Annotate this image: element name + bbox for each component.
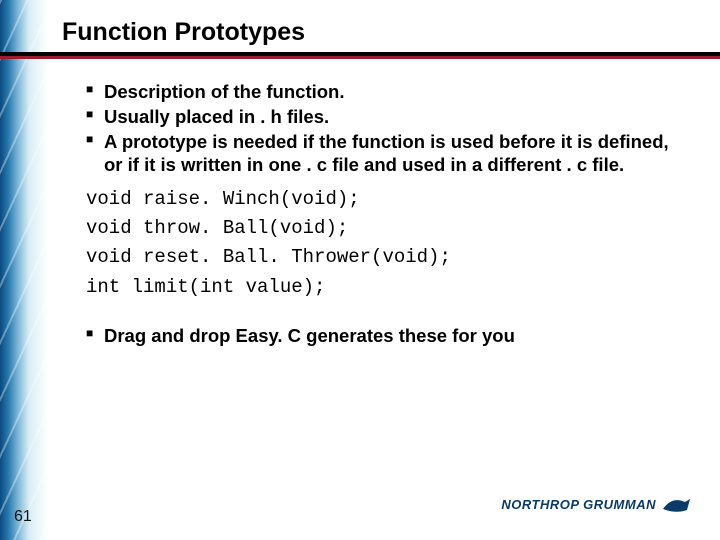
bullet-item: A prototype is needed if the function is… (86, 130, 686, 176)
slide-title: Function Prototypes (62, 18, 305, 47)
code-line: void raise. Winch(void); (86, 185, 686, 214)
slide: Function Prototypes Description of the f… (0, 0, 720, 540)
page-number: 61 (14, 508, 32, 526)
bullet-item: Description of the function. (86, 80, 686, 103)
bullet-item: Usually placed in . h files. (86, 105, 686, 128)
bullet-list-1: Description of the function. Usually pla… (86, 80, 686, 177)
code-line: void throw. Ball(void); (86, 214, 686, 243)
title-rule-red (0, 56, 720, 59)
side-strip-overlay (0, 0, 48, 540)
logo-icon (662, 498, 690, 512)
code-line: void reset. Ball. Thrower(void); (86, 243, 686, 272)
bullet-item: Drag and drop Easy. C generates these fo… (86, 324, 686, 347)
code-line: int limit(int value); (86, 273, 686, 302)
logo-text: NORTHROP GRUMMAN (501, 497, 656, 512)
code-block: void raise. Winch(void); void throw. Bal… (86, 185, 686, 303)
bullet-list-2: Drag and drop Easy. C generates these fo… (86, 324, 686, 347)
content-area: Description of the function. Usually pla… (86, 80, 686, 349)
logo: NORTHROP GRUMMAN (501, 497, 690, 512)
